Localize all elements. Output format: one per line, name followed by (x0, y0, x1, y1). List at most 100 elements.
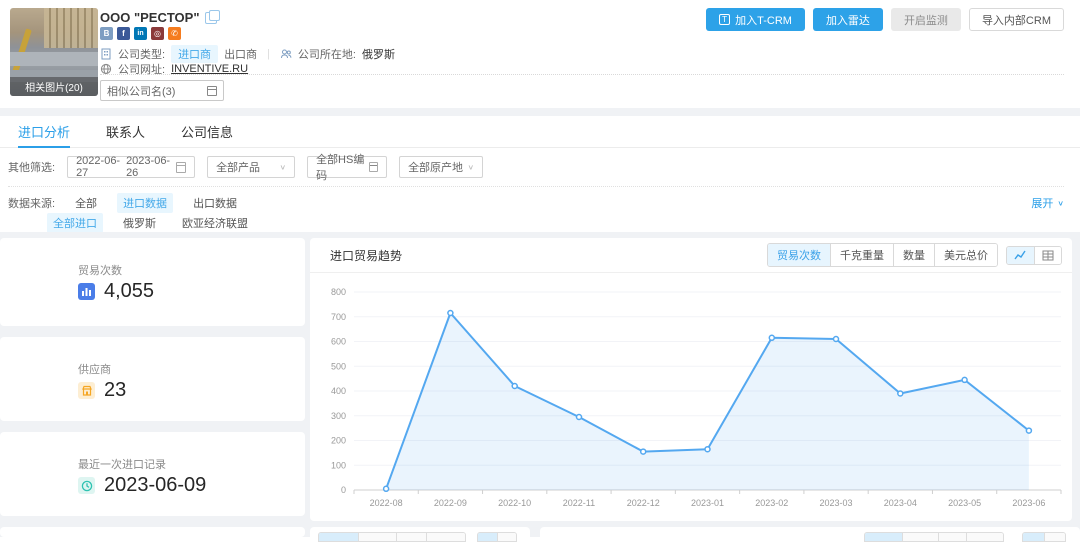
svg-text:700: 700 (331, 312, 346, 322)
location-value: 俄罗斯 (362, 46, 395, 62)
filter-section: 其他筛选: 2022-06-27 2023-06-26 全部产品 ∨ 全部HS编… (0, 148, 1080, 232)
stat-value: 4,055 (104, 280, 154, 303)
location-label: 公司所在地: (298, 46, 356, 62)
metric-usd-total[interactable]: 美元总价 (934, 244, 997, 266)
hs-code-select[interactable]: 全部HS编码 (307, 156, 387, 178)
section-divider (0, 108, 1080, 116)
product-select[interactable]: 全部产品 ∨ (207, 156, 295, 178)
sub-source-row: 全部进口 俄罗斯 欧亚经济联盟 (47, 213, 254, 233)
instagram-icon[interactable]: ◎ (151, 27, 164, 40)
metric-quantity[interactable]: 数量 (893, 244, 934, 266)
table-icon[interactable] (1034, 247, 1061, 264)
photo-decor (44, 8, 98, 48)
copy-icon[interactable] (205, 12, 217, 24)
company-name: OOO "PECTOP" (100, 10, 217, 25)
chevron-down-icon: ∨ (279, 163, 286, 172)
view-toggle-group (1006, 246, 1062, 265)
stat-card-trades: 贸易次数 4,055 (0, 238, 305, 326)
sub-all-import[interactable]: 全部进口 (47, 213, 103, 233)
stat-card-partial (0, 527, 305, 537)
similar-companies-select[interactable]: 相似公司名(3) (100, 80, 224, 101)
svg-text:300: 300 (331, 411, 346, 421)
metric-trades[interactable]: 贸易次数 (768, 244, 830, 266)
tab-company-info[interactable]: 公司信息 (181, 116, 233, 148)
chevron-down-icon: ∨ (1057, 199, 1064, 208)
data-source-label: 数据来源: (8, 195, 55, 211)
company-type-label: 公司类型: (118, 46, 165, 62)
svg-text:2022-08: 2022-08 (370, 498, 403, 508)
exporter-tag[interactable]: 出口商 (224, 46, 257, 62)
source-import-data[interactable]: 进口数据 (117, 193, 173, 213)
filter-divider (8, 186, 1064, 187)
calendar-icon (176, 162, 186, 173)
header-actions: T 加入T-CRM 加入雷达 开启监测 导入内部CRM (706, 8, 1064, 31)
metric-weight[interactable]: 千克重量 (830, 244, 893, 266)
stat-label: 最近一次进口记录 (78, 456, 166, 472)
divider: | (267, 48, 270, 60)
svg-text:600: 600 (331, 337, 346, 347)
shop-icon (78, 382, 95, 399)
svg-text:200: 200 (331, 436, 346, 446)
sub-russia[interactable]: 俄罗斯 (117, 213, 162, 233)
tab-contacts[interactable]: 联系人 (106, 116, 145, 148)
line-chart-icon[interactable] (1007, 247, 1034, 264)
stat-value: 2023-06-09 (104, 474, 206, 497)
add-tcrm-button[interactable]: T 加入T-CRM (706, 8, 805, 31)
partial-toggle-group[interactable] (864, 532, 1004, 542)
bottom-left-panel (310, 527, 530, 537)
company-photo[interactable]: 相关图片(20) (10, 8, 98, 96)
import-crm-button[interactable]: 导入内部CRM (969, 8, 1064, 31)
partial-toggle-group[interactable] (318, 532, 466, 542)
svg-text:2022-12: 2022-12 (627, 498, 660, 508)
svg-text:800: 800 (331, 287, 346, 297)
import-trend-panel: 进口贸易趋势 贸易次数 千克重量 数量 美元总价 010020030040050… (310, 238, 1072, 521)
stat-label: 贸易次数 (78, 262, 122, 278)
chart-title: 进口贸易趋势 (330, 247, 402, 264)
stat-label: 供应商 (78, 361, 111, 377)
date-range-picker[interactable]: 2022-06-27 2023-06-26 (67, 156, 195, 178)
header-divider (100, 74, 1064, 75)
sub-eaeu[interactable]: 欧亚经济联盟 (176, 213, 254, 233)
building-icon (100, 48, 112, 60)
tcrm-icon: T (719, 14, 730, 25)
svg-text:2023-04: 2023-04 (884, 498, 917, 508)
svg-text:2023-06: 2023-06 (1012, 498, 1045, 508)
stat-card-suppliers: 供应商 23 (0, 337, 305, 421)
stat-value: 23 (104, 379, 126, 402)
phone-icon[interactable]: ✆ (168, 27, 181, 40)
expand-link[interactable]: 展开 ∨ (1031, 195, 1064, 211)
partial-view-group[interactable] (1022, 532, 1066, 542)
import-trend-chart[interactable]: 01002003004005006007008002022-082022-092… (316, 282, 1068, 517)
source-all[interactable]: 全部 (69, 193, 103, 213)
svg-text:500: 500 (331, 361, 346, 371)
vk-icon[interactable]: B (100, 27, 113, 40)
social-links: B f in ◎ ✆ (100, 27, 181, 40)
related-images-label[interactable]: 相关图片(20) (10, 77, 98, 96)
bottom-right-panel (540, 527, 1080, 537)
data-source-row: 数据来源: 全部 进口数据 出口数据 (8, 193, 243, 213)
bar-chart-icon (78, 283, 95, 300)
svg-text:100: 100 (331, 460, 346, 470)
panel-icon (207, 86, 217, 96)
photo-decor (10, 52, 98, 66)
origin-select[interactable]: 全部原产地 ∨ (399, 156, 483, 178)
add-radar-button[interactable]: 加入雷达 (813, 8, 883, 31)
svg-text:2023-03: 2023-03 (820, 498, 853, 508)
people-icon (280, 48, 292, 60)
linkedin-icon[interactable]: in (134, 27, 147, 40)
metric-toggle-group: 贸易次数 千克重量 数量 美元总价 (767, 243, 998, 267)
tab-bar: 进口分析 联系人 公司信息 (0, 116, 1080, 148)
stat-card-last-import: 最近一次进口记录 2023-06-09 (0, 432, 305, 516)
source-export-data[interactable]: 出口数据 (187, 193, 243, 213)
chevron-down-icon: ∨ (467, 163, 474, 172)
chart-toggles: 贸易次数 千克重量 数量 美元总价 (767, 243, 1062, 267)
start-monitor-button[interactable]: 开启监测 (891, 8, 961, 31)
svg-text:2023-02: 2023-02 (755, 498, 788, 508)
tab-import-analysis[interactable]: 进口分析 (18, 116, 70, 148)
svg-text:2022-11: 2022-11 (563, 498, 595, 508)
svg-text:0: 0 (341, 485, 346, 495)
partial-view-group[interactable] (477, 532, 517, 542)
other-filters-label: 其他筛选: (8, 159, 55, 175)
facebook-icon[interactable]: f (117, 27, 130, 40)
svg-text:2023-01: 2023-01 (691, 498, 724, 508)
